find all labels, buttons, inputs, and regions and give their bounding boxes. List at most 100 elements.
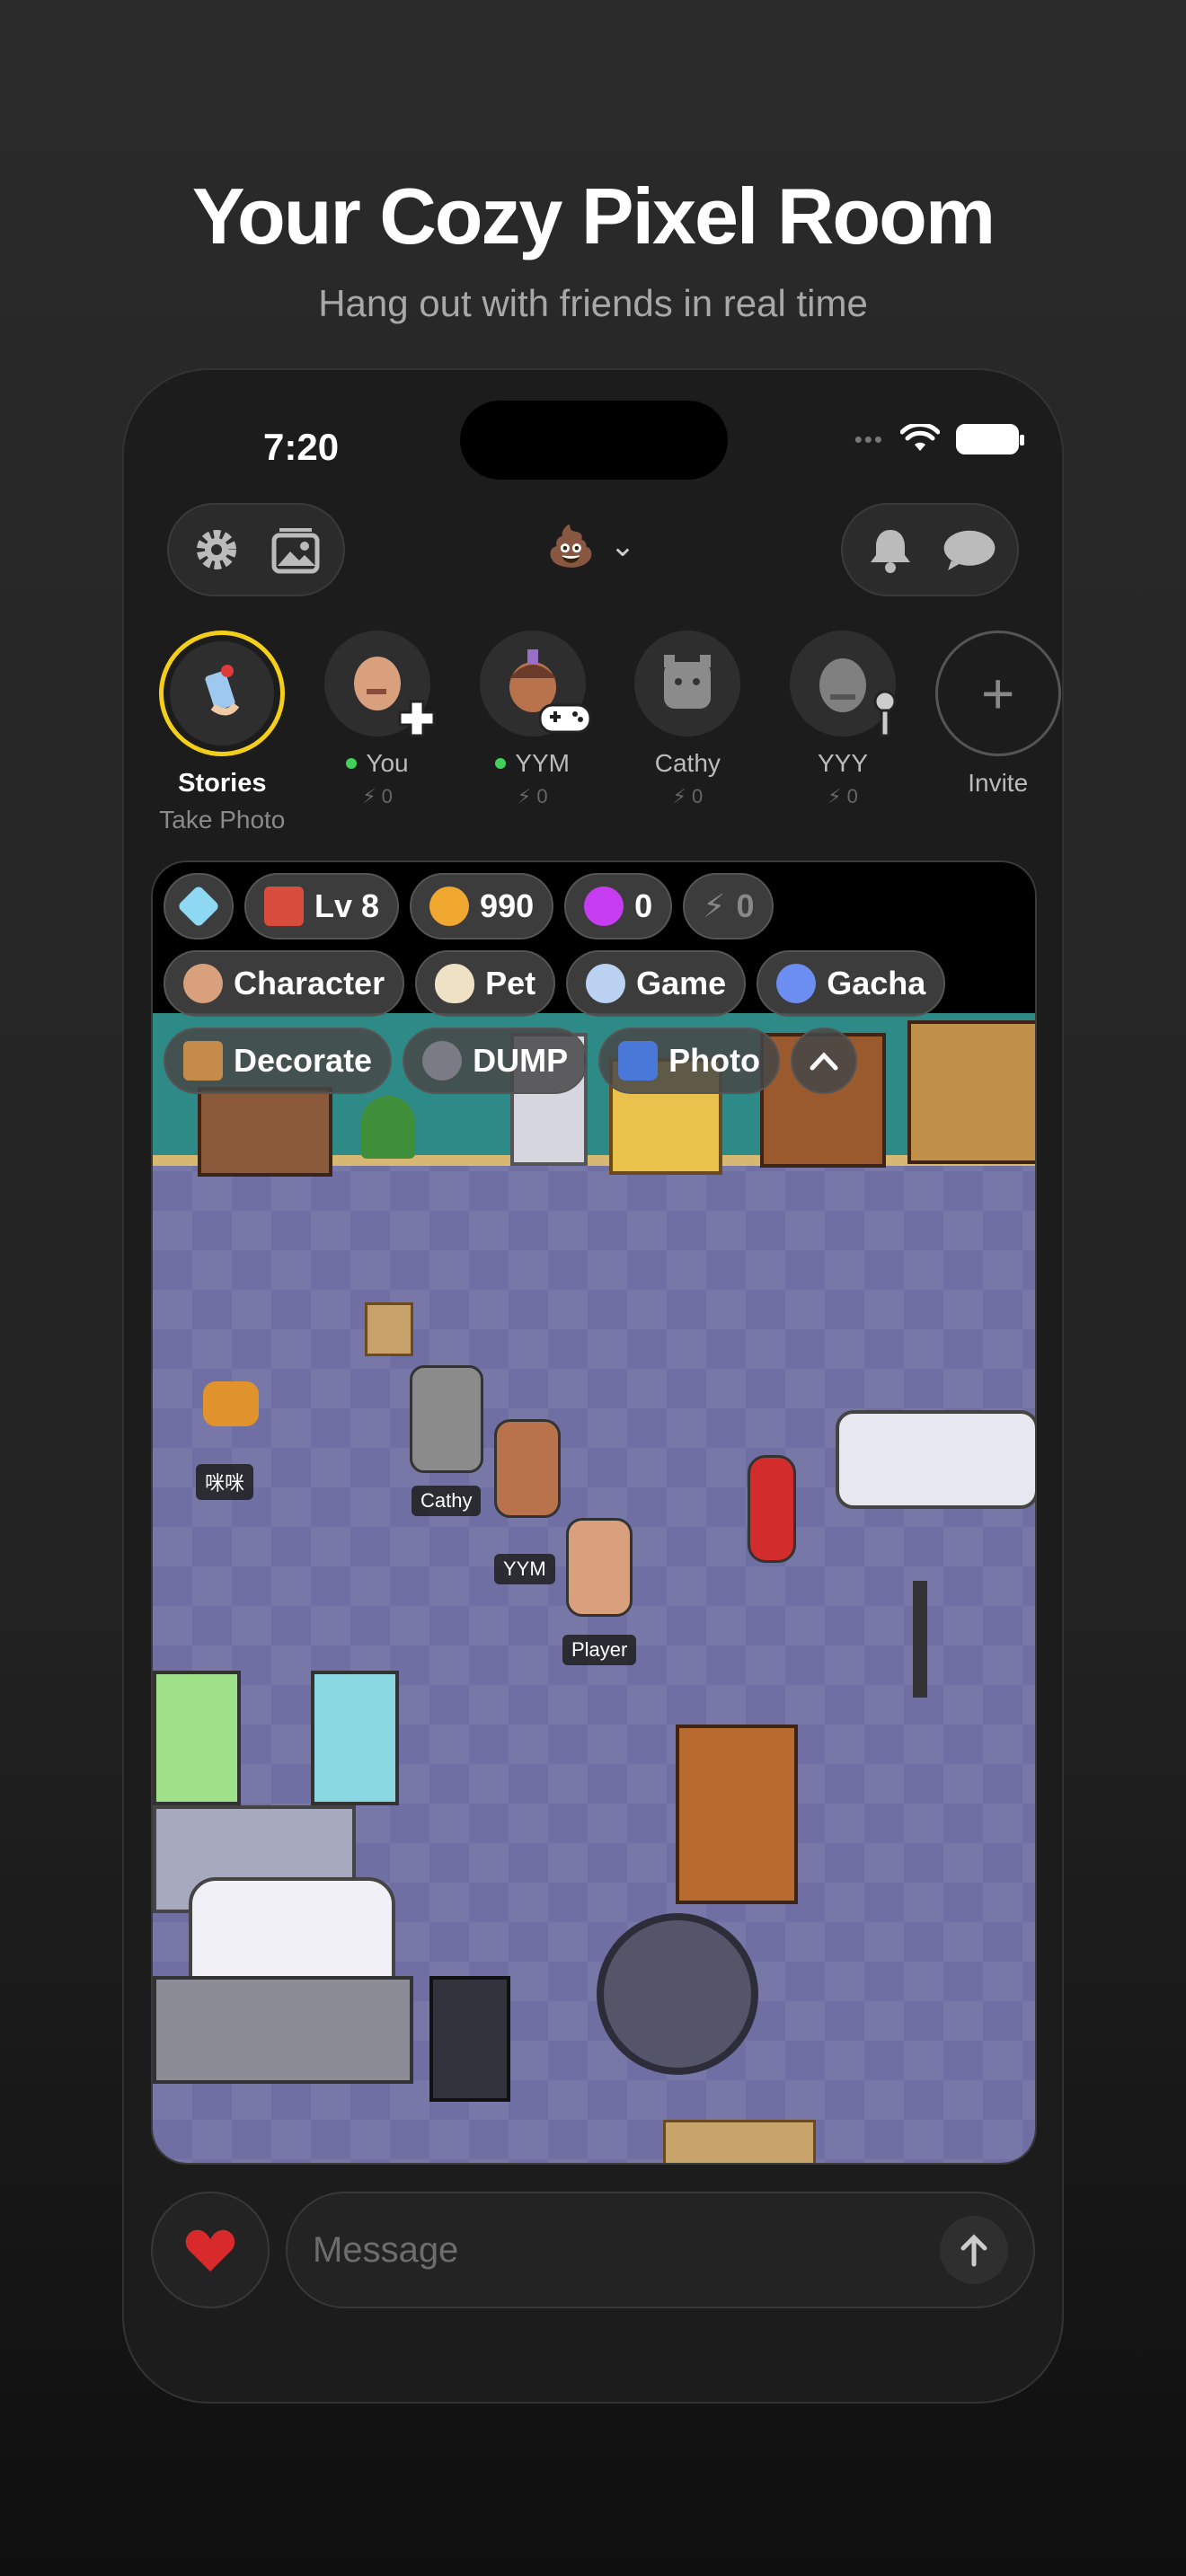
story-yyy[interactable]: YYY ⚡ 0 [779, 631, 907, 834]
online-dot [495, 758, 507, 769]
diamond-chip[interactable] [164, 873, 234, 940]
online-dot [346, 758, 358, 769]
gear-icon[interactable] [189, 522, 244, 578]
level-text: Lv 8 [314, 887, 380, 924]
story-invite[interactable]: + Invite [934, 631, 1062, 834]
player-label: Player [562, 1635, 637, 1665]
decorate-label: Decorate [234, 1042, 373, 1079]
story-name: You [366, 749, 409, 777]
story-sub: Take Photo [159, 806, 286, 834]
arrow-up-icon [960, 2234, 987, 2267]
stories-row: Stories Take Photo You ⚡ 0 YYM ⚡ 0 Cathy [158, 631, 1062, 834]
hud-menu-row: Character Pet Game Gacha [164, 950, 946, 1017]
photo-label: Photo [668, 1042, 761, 1079]
speaker[interactable] [429, 1976, 510, 2102]
room-emoji: 💩 [546, 525, 596, 569]
energy-count: 0 [846, 785, 858, 807]
yym-character[interactable] [494, 1419, 561, 1518]
story-name: YYM [515, 749, 571, 777]
dump-button[interactable]: DUMP [403, 1028, 589, 1094]
player-character[interactable] [566, 1518, 633, 1617]
lightbulb-icon [586, 964, 626, 1003]
collapse-button[interactable] [791, 1028, 858, 1094]
battery-icon [956, 424, 1024, 454]
bell-icon[interactable] [863, 522, 918, 578]
cabinet[interactable] [676, 1725, 798, 1904]
story-cathy[interactable]: Cathy ⚡ 0 [624, 631, 752, 834]
clock-icon [422, 1041, 463, 1081]
character-button[interactable]: Character [164, 950, 405, 1017]
stories-avatar [159, 631, 286, 756]
box-icon [183, 1041, 223, 1081]
guitar-rack[interactable] [198, 1087, 332, 1177]
points-chip[interactable]: 0 [564, 873, 673, 940]
plus-icon: + [934, 631, 1061, 756]
send-button[interactable] [940, 2216, 1008, 2284]
dynamic-island [460, 401, 728, 480]
message-input[interactable] [313, 2229, 940, 2271]
pet-button[interactable]: Pet [415, 950, 556, 1017]
points-icon [584, 887, 624, 926]
decorate-button[interactable]: Decorate [164, 1028, 393, 1094]
phone-frame: 7:20 ••• 💩 ⌄ Stories Take Photo You ⚡ 0 … [122, 368, 1064, 2404]
heart-button[interactable] [151, 2192, 270, 2308]
chat-bubble-icon[interactable] [942, 522, 997, 578]
sign-board[interactable] [365, 1302, 413, 1356]
story-name: Stories [178, 769, 267, 798]
rug[interactable] [663, 2120, 816, 2163]
gacha-button[interactable]: Gacha [757, 950, 946, 1017]
phone-camera-icon [205, 665, 240, 716]
round-table[interactable] [597, 1913, 758, 2075]
status-icons: ••• [854, 424, 1024, 454]
avatar [790, 631, 897, 737]
orb-icon [776, 964, 817, 1003]
avatar [479, 631, 592, 737]
story-yym[interactable]: YYM ⚡ 0 [468, 631, 597, 834]
game-button[interactable]: Game [566, 950, 747, 1017]
avatar [324, 631, 436, 737]
electric-guitar[interactable] [748, 1455, 796, 1563]
house-icon [264, 887, 304, 926]
signal-dots: ••• [854, 425, 884, 453]
energy-count: 0 [536, 785, 548, 807]
energy-value: 0 [736, 887, 755, 924]
status-time: 7:20 [263, 426, 340, 468]
story-stories[interactable]: Stories Take Photo [158, 631, 287, 834]
room-selector[interactable]: 💩 ⌄ [546, 523, 635, 569]
gacha-machine-2[interactable] [311, 1671, 399, 1805]
gacha-machine-1[interactable] [153, 1671, 241, 1805]
energy-chip[interactable]: ⚡ 0 [683, 873, 774, 940]
chevron-down-icon: ⌄ [609, 529, 636, 563]
plant[interactable] [361, 1096, 415, 1159]
story-name: Cathy [654, 749, 721, 777]
hero-title: Your Cozy Pixel Room [191, 172, 996, 260]
microphone-icon [867, 689, 903, 744]
photo-button[interactable]: Photo [598, 1028, 781, 1094]
cathy-character[interactable] [410, 1365, 483, 1473]
wifi-icon [900, 424, 940, 451]
hero-subtitle: Hang out with friends in real time [318, 282, 868, 324]
drum-kit[interactable] [836, 1410, 1035, 1509]
game-view[interactable]: 咪咪 Cathy YYM Player Lv 8 990 0 ⚡ 0 Charac… [151, 860, 1037, 2165]
pet-label: 咪咪 [196, 1464, 254, 1500]
shelf-unit[interactable] [907, 1020, 1035, 1164]
coins-chip[interactable]: 990 [410, 873, 554, 940]
level-chip[interactable]: Lv 8 [244, 873, 400, 940]
tv-console[interactable] [153, 1976, 413, 2084]
chevron-up-icon [810, 1052, 838, 1071]
pet-cat[interactable] [203, 1381, 259, 1426]
camera-icon [618, 1041, 659, 1081]
game-label: Game [636, 965, 727, 1001]
story-you[interactable]: You ⚡ 0 [314, 631, 442, 834]
coin-icon [429, 887, 470, 926]
gallery-icon[interactable] [268, 522, 323, 578]
dump-label: DUMP [473, 1042, 569, 1079]
message-field[interactable] [286, 2192, 1035, 2308]
heart-icon [185, 2229, 235, 2272]
yym-label: YYM [494, 1554, 555, 1584]
points-value: 0 [634, 887, 653, 924]
gacha-label: Gacha [827, 965, 926, 1001]
mic-stand[interactable] [913, 1581, 927, 1698]
hud-menu-row-2: Decorate DUMP Photo [164, 1028, 858, 1094]
coins-value: 990 [480, 887, 535, 924]
